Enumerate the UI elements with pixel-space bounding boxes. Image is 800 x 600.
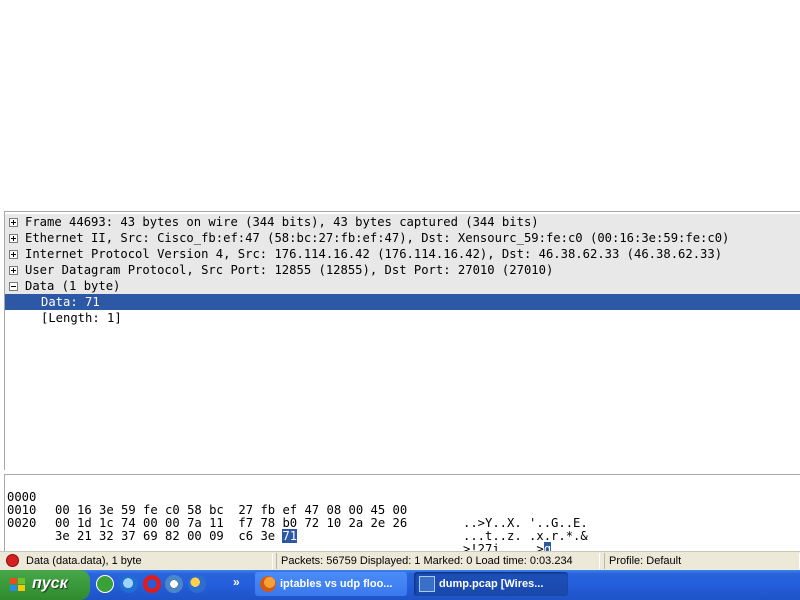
tree-row-label: Ethernet II, Src: Cisco_fb:ef:47 (58:bc:…: [25, 231, 730, 245]
tree-row-ethernet[interactable]: Ethernet II, Src: Cisco_fb:ef:47 (58:bc:…: [5, 230, 800, 246]
tree-row-ip[interactable]: Internet Protocol Version 4, Src: 176.11…: [5, 246, 800, 262]
expert-info-error-icon[interactable]: [6, 554, 19, 567]
hex-offset: 0020: [7, 516, 37, 530]
hex-bytes[interactable]: 3e 21 32 37 69 82 00 09 c6 3e 71: [55, 529, 298, 543]
packet-details-pane[interactable]: Frame 44693: 43 bytes on wire (344 bits)…: [4, 211, 800, 470]
expand-plus-icon[interactable]: [9, 250, 18, 259]
wireshark-icon: [419, 576, 435, 592]
firefox-icon: [260, 576, 276, 592]
expand-plus-icon[interactable]: [9, 218, 18, 227]
media-icon[interactable]: [165, 575, 183, 593]
tree-row-label: Frame 44693: 43 bytes on wire (344 bits)…: [25, 215, 539, 229]
hex-byte-selected[interactable]: 71: [282, 529, 298, 543]
taskbar-button-label: dump.pcap [Wires...: [439, 578, 544, 590]
tree-row-label: Internet Protocol Version 4, Src: 176.11…: [25, 247, 723, 261]
taskbar-button-firefox[interactable]: iptables vs udp floo...: [255, 572, 407, 596]
tree-row-data-value[interactable]: Data: 71: [5, 294, 800, 310]
windows-logo-icon: [10, 578, 26, 592]
hex-line: 0010 00 1d 1c 74 00 00 7a 11 f7 78 b0 72…: [7, 491, 588, 543]
status-bar: Data (data.data), 1 byte Packets: 56759 …: [0, 551, 800, 571]
hex-dump-pane[interactable]: 0000 00 16 3e 59 fe c0 58 bc 27 fb ef 47…: [4, 474, 800, 556]
tree-row-label: Data: 71: [41, 295, 100, 309]
expand-plus-icon[interactable]: [9, 266, 18, 275]
taskbar-button-wireshark[interactable]: dump.pcap [Wires...: [414, 572, 568, 596]
status-profile[interactable]: Profile: Default: [604, 553, 800, 569]
utorrent-icon[interactable]: [96, 575, 114, 593]
tree-row-label: User Datagram Protocol, Src Port: 12855 …: [25, 263, 554, 277]
tree-row-frame[interactable]: Frame 44693: 43 bytes on wire (344 bits)…: [5, 214, 800, 230]
tree-row-label: Data (1 byte): [25, 279, 121, 293]
expand-plus-icon[interactable]: [9, 234, 18, 243]
tree-row-length[interactable]: [Length: 1]: [5, 310, 800, 326]
collapse-minus-icon[interactable]: [9, 282, 18, 291]
status-packets: Packets: 56759 Displayed: 1 Marked: 0 Lo…: [276, 553, 600, 569]
hex-line: 0000 00 16 3e 59 fe c0 58 bc 27 fb ef 47…: [7, 478, 588, 530]
hex-line: 0020 3e 21 32 37 69 82 00 09 c6 3e 71 >!…: [7, 504, 552, 556]
tree-row-label: [Length: 1]: [41, 311, 122, 325]
chevron-icon[interactable]: »: [233, 575, 240, 589]
tree-row-udp[interactable]: User Datagram Protocol, Src Port: 12855 …: [5, 262, 800, 278]
start-button[interactable]: пуск: [0, 570, 90, 600]
hex-bytes-plain: 3e 21 32 37 69 82 00 09 c6 3e: [55, 529, 283, 543]
taskbar-button-label: iptables vs udp floo...: [280, 578, 393, 590]
status-field-info: Data (data.data), 1 byte: [22, 553, 273, 569]
taskbar: пуск » iptables vs udp floo... dump.pcap…: [0, 570, 800, 600]
browser-icon[interactable]: [188, 575, 206, 593]
internet-explorer-icon[interactable]: [120, 575, 138, 593]
tree-row-data[interactable]: Data (1 byte): [5, 278, 800, 294]
start-label: пуск: [32, 575, 68, 592]
opera-icon[interactable]: [143, 575, 161, 593]
